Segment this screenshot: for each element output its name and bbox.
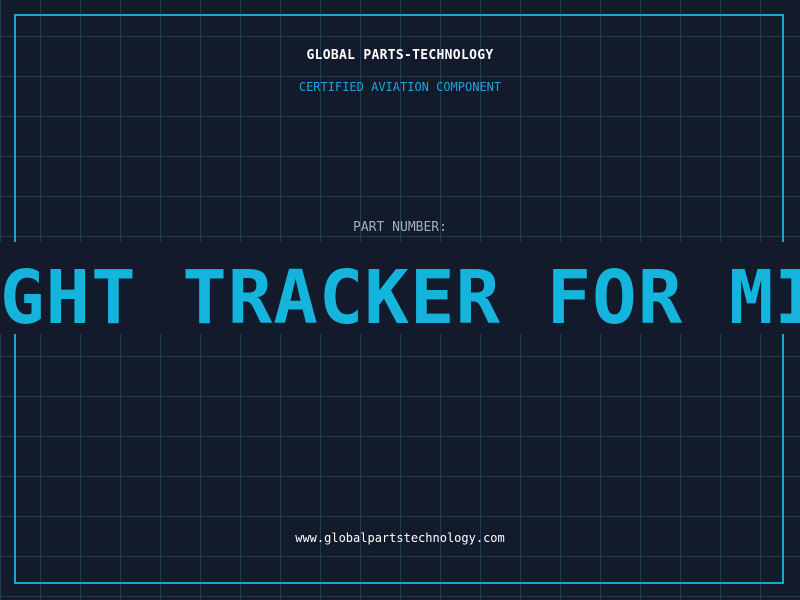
website-url: www.globalpartstechnology.com [295, 531, 505, 545]
company-name: GLOBAL PARTS-TECHNOLOGY [306, 48, 494, 63]
part-number-label: PART NUMBER: [353, 220, 447, 235]
certificate-page: GLOBAL PARTS-TECHNOLOGY CERTIFIED AVIATI… [0, 0, 800, 600]
part-number-value: GHT TRACKER FOR MIL [0, 255, 800, 334]
part-number-band: GHT TRACKER FOR MIL [0, 242, 800, 334]
certification-subtitle: CERTIFIED AVIATION COMPONENT [298, 80, 502, 94]
